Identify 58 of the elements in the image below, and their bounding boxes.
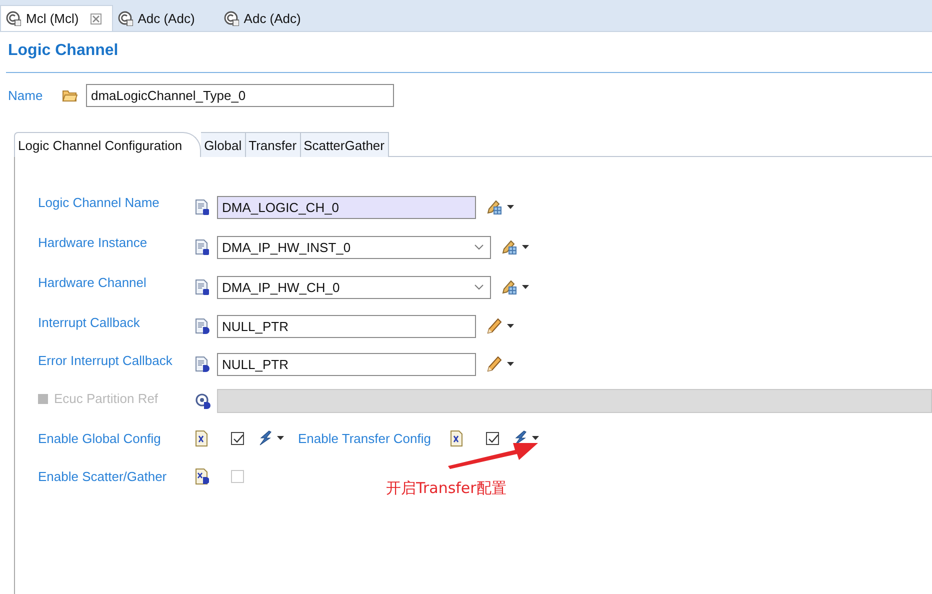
- document-icon: [195, 278, 211, 296]
- chevron-icon: [474, 284, 484, 290]
- pencil-icon[interactable]: [501, 239, 517, 255]
- caret-icon[interactable]: [507, 324, 514, 328]
- field-label: Logic Channel Name: [38, 195, 160, 210]
- pencil-icon[interactable]: [486, 199, 502, 215]
- caret-icon[interactable]: [522, 245, 529, 249]
- text-field[interactable]: NULL_PTR: [217, 314, 476, 338]
- document-icon: [195, 318, 211, 334]
- document-icon: [195, 238, 211, 256]
- check-icon: [232, 432, 244, 444]
- config-tab[interactable]: Logic Channel Configuration: [14, 132, 202, 157]
- field-label: Hardware Channel: [38, 275, 146, 290]
- field-label: Enable Transfer Config: [298, 430, 432, 446]
- document-icon: [195, 356, 211, 372]
- config-tab[interactable]: Transfer: [246, 132, 301, 157]
- caret-icon[interactable]: [507, 362, 514, 366]
- pencil-icon[interactable]: [486, 318, 502, 334]
- name-field[interactable]: dmaLogicChannel_Type_0: [86, 84, 394, 107]
- field-label: Interrupt Callback: [38, 315, 140, 330]
- document-icon: [195, 198, 211, 216]
- document-icon: [224, 11, 239, 26]
- bolt-icon[interactable]: [258, 430, 272, 446]
- document-icon: [195, 468, 209, 484]
- dropdown[interactable]: DMA_IP_HW_INST_0: [217, 236, 491, 258]
- field-label: Ecuc Partition Ref: [54, 391, 158, 406]
- text-field[interactable]: DMA_LOGIC_CH_0: [217, 196, 476, 218]
- checkbox[interactable]: [486, 432, 499, 444]
- folder-icon: [62, 88, 78, 103]
- chevron-icon: [474, 244, 484, 250]
- document-icon: [450, 430, 464, 446]
- dropdown[interactable]: DMA_IP_HW_CH_0: [217, 276, 491, 298]
- caret-icon[interactable]: [277, 436, 284, 440]
- section-title: Logic Channel: [7, 41, 120, 61]
- caret-icon[interactable]: [507, 205, 514, 209]
- config-tab[interactable]: Global: [201, 132, 246, 157]
- text-field[interactable]: NULL_PTR: [217, 352, 476, 376]
- document-icon: [118, 11, 133, 26]
- bolt-icon[interactable]: [513, 430, 527, 446]
- field-label: Error Interrupt Callback: [38, 353, 172, 368]
- caret-icon[interactable]: [522, 285, 529, 289]
- config-tab[interactable]: ScatterGather: [300, 132, 388, 157]
- caret-icon[interactable]: [532, 436, 539, 440]
- annotation-text: 开启Transfer配置: [386, 479, 506, 498]
- field-label: Hardware Instance: [38, 235, 148, 250]
- checkbox[interactable]: [231, 432, 244, 444]
- check-icon: [486, 432, 498, 444]
- editor-tab[interactable]: Adc (Adc): [112, 6, 205, 31]
- pencil-icon[interactable]: [501, 279, 517, 295]
- field-label: Name: [8, 88, 44, 103]
- close-icon: [90, 12, 102, 24]
- document-icon: [6, 11, 21, 26]
- editor-tab[interactable]: Mcl (Mcl): [0, 5, 113, 31]
- pencil-icon[interactable]: [486, 356, 502, 372]
- field-label: Enable Scatter/Gather: [38, 468, 168, 484]
- editor-tab[interactable]: Adc (Adc): [218, 6, 311, 31]
- field-label: Enable Global Config: [38, 430, 162, 446]
- document-icon: [195, 430, 209, 446]
